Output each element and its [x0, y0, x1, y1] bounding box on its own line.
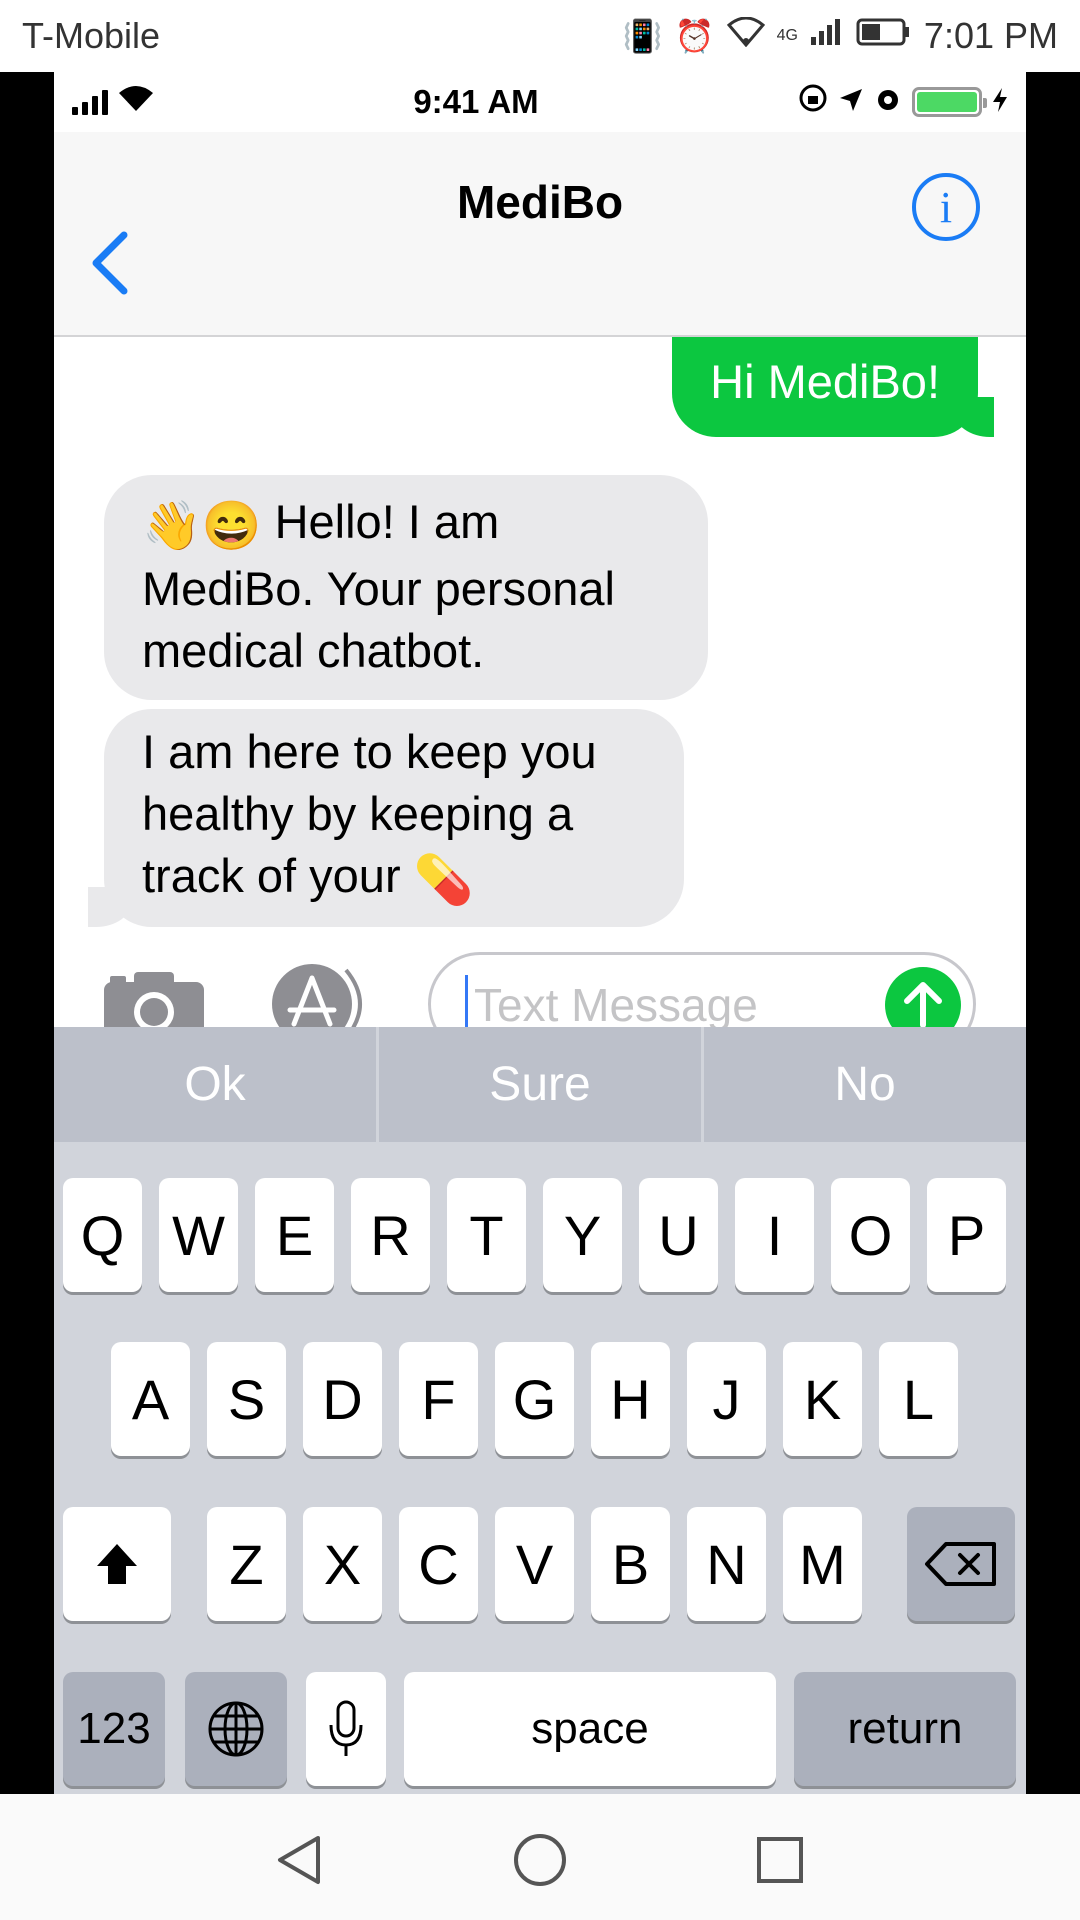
incoming-message-bubble[interactable]: I am here to keep you healthy by keeping… [88, 709, 684, 927]
alarm-icon: ⏰ [674, 18, 715, 54]
back-nav-button[interactable] [270, 1830, 330, 1890]
backspace-icon [925, 1542, 996, 1586]
charging-icon [992, 83, 1008, 121]
square-recents-icon [757, 1837, 803, 1883]
key-s[interactable]: S [207, 1342, 286, 1456]
dictation-key[interactable] [306, 1672, 386, 1786]
key-j[interactable]: J [687, 1342, 766, 1456]
numbers-key[interactable]: 123 [63, 1672, 165, 1786]
key-h[interactable]: H [591, 1342, 670, 1456]
contact-name[interactable]: MediBo [54, 175, 1026, 229]
incoming-message-bubble[interactable]: 👋😄 Hello! I am MediBo. Your personal med… [104, 475, 708, 700]
arrow-up-icon [904, 982, 942, 1028]
quicktype-suggestions: Ok Sure No [54, 1027, 1026, 1142]
key-f[interactable]: F [399, 1342, 478, 1456]
key-a[interactable]: A [111, 1342, 190, 1456]
shift-key[interactable] [63, 1507, 171, 1621]
message-text: Hi MediBo! [710, 355, 940, 408]
triangle-back-icon [278, 1836, 320, 1884]
key-m[interactable]: M [783, 1507, 862, 1621]
rotation-lock-icon [798, 83, 828, 121]
vibrate-icon: 📳 [622, 18, 663, 54]
key-o[interactable]: O [831, 1178, 910, 1292]
key-k[interactable]: K [783, 1342, 862, 1456]
message-text: I am here to keep you healthy by keeping… [142, 725, 597, 902]
keyboard: Ok Sure No Q W E R T Y U I O P A S D F G… [54, 1027, 1026, 1794]
battery-icon [911, 87, 987, 117]
info-button[interactable]: i [912, 173, 980, 241]
suggestion-sure[interactable]: Sure [379, 1027, 704, 1142]
return-key[interactable]: return [794, 1672, 1016, 1786]
pill-emoji: 💊 [413, 854, 474, 907]
key-n[interactable]: N [687, 1507, 766, 1621]
suggestion-ok[interactable]: Ok [54, 1027, 379, 1142]
recents-nav-button[interactable] [750, 1830, 810, 1890]
signal-bars-icon [72, 89, 108, 115]
globe-key[interactable] [185, 1672, 287, 1786]
ios-time: 9:41 AM [413, 83, 539, 120]
wifi-icon [118, 83, 154, 121]
key-i[interactable]: I [735, 1178, 814, 1292]
suggestion-no[interactable]: No [704, 1027, 1026, 1142]
android-status-bar: T-Mobile 📳 ⏰ 4G 7:01 PM [0, 0, 1080, 72]
key-g[interactable]: G [495, 1342, 574, 1456]
key-w[interactable]: W [159, 1178, 238, 1292]
key-z[interactable]: Z [207, 1507, 286, 1621]
android-status-icons: 📳 ⏰ 4G 7:01 PM [623, 15, 1058, 57]
microphone-icon [329, 1700, 363, 1756]
message-thread: Hi MediBo! 👋😄 Hello! I am MediBo. Your p… [54, 337, 1026, 947]
android-nav-bar [0, 1794, 1080, 1920]
home-nav-button[interactable] [510, 1830, 570, 1890]
key-c[interactable]: C [399, 1507, 478, 1621]
alarm-icon [874, 83, 902, 121]
key-q[interactable]: Q [63, 1178, 142, 1292]
key-x[interactable]: X [303, 1507, 382, 1621]
wave-smile-emoji: 👋😄 [142, 500, 262, 553]
back-button[interactable] [80, 228, 140, 298]
key-b[interactable]: B [591, 1507, 670, 1621]
key-r[interactable]: R [351, 1178, 430, 1292]
network-type-label: 4G [776, 27, 798, 44]
shift-arrow-icon [97, 1544, 137, 1584]
info-icon: i [939, 182, 953, 232]
key-p[interactable]: P [927, 1178, 1006, 1292]
chevron-left-icon [92, 231, 128, 295]
space-key[interactable]: space [404, 1672, 776, 1786]
key-l[interactable]: L [879, 1342, 958, 1456]
key-y[interactable]: Y [543, 1178, 622, 1292]
delete-key[interactable] [907, 1507, 1015, 1621]
ios-status-bar: 9:41 AM [54, 72, 1026, 132]
cell-signal-icon [810, 17, 844, 55]
key-v[interactable]: V [495, 1507, 574, 1621]
battery-icon [856, 17, 912, 55]
message-input[interactable] [465, 975, 865, 1035]
outgoing-message-bubble[interactable]: Hi MediBo! [672, 337, 994, 437]
key-u[interactable]: U [639, 1178, 718, 1292]
circle-home-icon [514, 1834, 566, 1886]
key-e[interactable]: E [255, 1178, 334, 1292]
carrier-label: T-Mobile [22, 15, 161, 56]
key-d[interactable]: D [303, 1342, 382, 1456]
conversation-header [54, 132, 1026, 337]
ios-screen: 9:41 AM MediBo i Hi MediBo! 👋😄 Hello! I … [54, 72, 1026, 1794]
android-time: 7:01 PM [923, 15, 1058, 56]
location-icon [838, 83, 864, 121]
globe-icon [208, 1701, 264, 1757]
key-t[interactable]: T [447, 1178, 526, 1292]
wifi-icon [726, 16, 765, 55]
